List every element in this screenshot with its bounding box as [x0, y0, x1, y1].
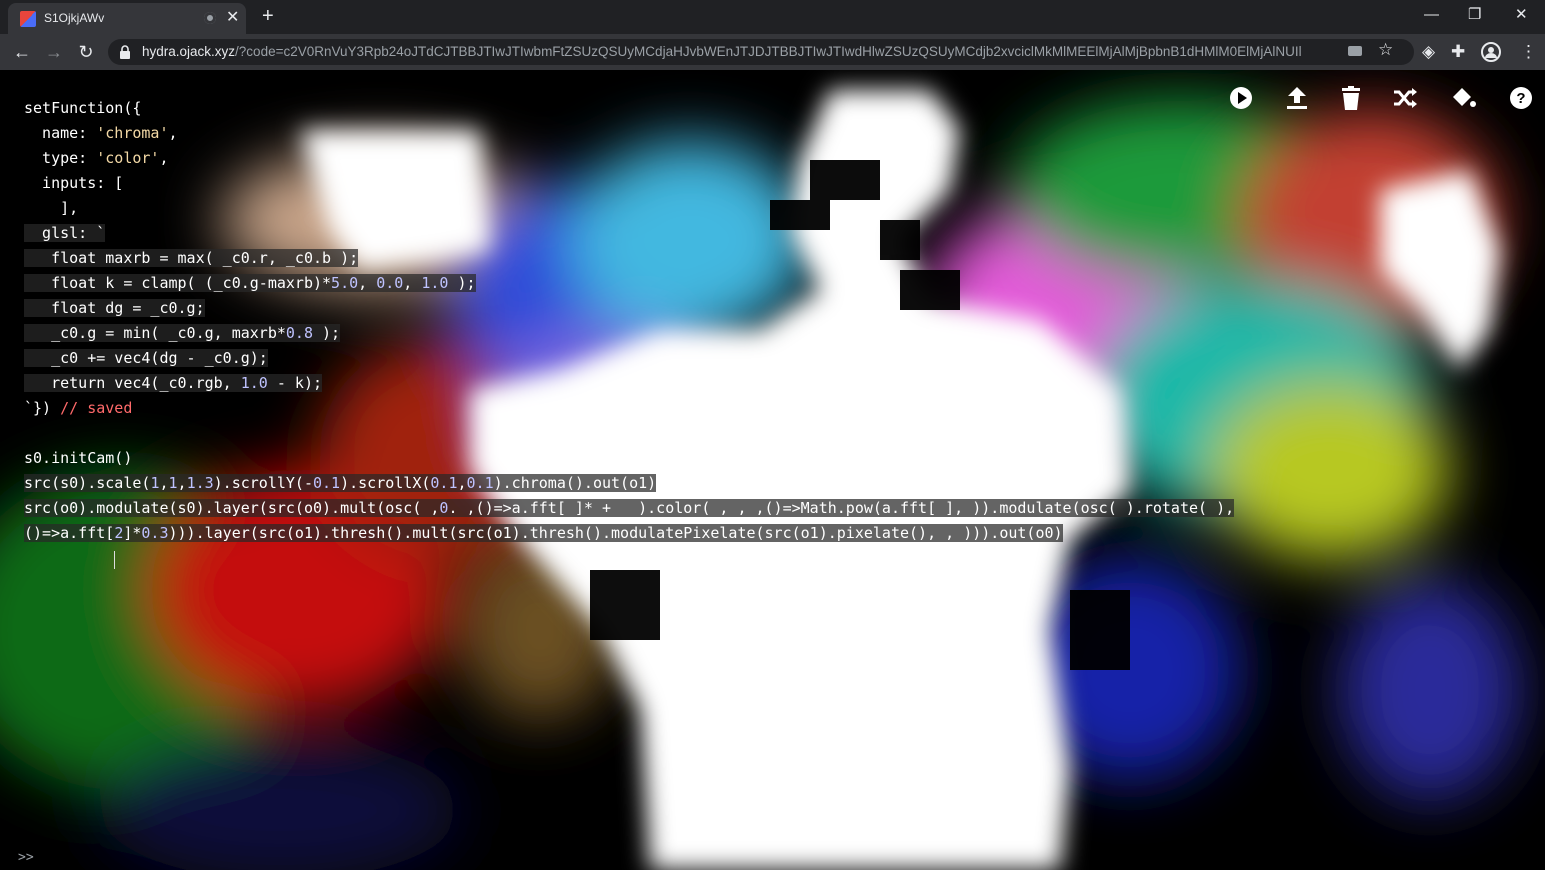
- code-line[interactable]: [24, 421, 1234, 446]
- code-line-text: _c0.g = min( _c0.g, maxrb*0.8 );: [24, 324, 341, 342]
- url-text[interactable]: hydra.ojack.xyz/?code=c2V0RnVuY3Rpb24oJT…: [142, 44, 1302, 59]
- code-line[interactable]: src(s0).scale(1,1,1.3).scrollY(-0.1).scr…: [24, 471, 1234, 496]
- camera-icon[interactable]: [1348, 46, 1362, 56]
- code-line[interactable]: `}) // saved: [24, 396, 1234, 421]
- code-line[interactable]: type: 'color',: [24, 146, 1234, 171]
- code-line[interactable]: name: 'chroma',: [24, 121, 1234, 146]
- browser-tab[interactable]: S1OjkjAWv ✕: [8, 3, 246, 34]
- tab-strip: S1OjkjAWv ✕ + — ❐ ✕: [0, 0, 1545, 34]
- code-line-text: return vec4(_c0.rgb, 1.0 - k);: [24, 374, 323, 392]
- code-line-text: inputs: [: [24, 174, 124, 192]
- back-arrow-icon[interactable]: ←: [10, 40, 34, 64]
- trash-icon[interactable]: [1338, 85, 1364, 111]
- text-cursor: [114, 551, 115, 569]
- code-line[interactable]: inputs: [: [24, 171, 1234, 196]
- code-line-text: `}) // saved: [24, 399, 133, 417]
- code-line-text: ],: [24, 199, 79, 217]
- code-line[interactable]: float dg = _c0.g;: [24, 296, 1234, 321]
- code-line[interactable]: glsl: `: [24, 221, 1234, 246]
- profile-icon[interactable]: [1481, 42, 1501, 62]
- tab-title: S1OjkjAWv: [44, 11, 105, 25]
- help-icon[interactable]: ?: [1508, 85, 1534, 111]
- code-line[interactable]: ],: [24, 196, 1234, 221]
- code-line-text: float maxrb = max( _c0.r, _c0.b );: [24, 249, 359, 267]
- code-line[interactable]: float k = clamp( (_c0.g-maxrb)*5.0, 0.0,…: [24, 271, 1234, 296]
- paint-bucket-icon[interactable]: [1450, 85, 1476, 111]
- code-line[interactable]: src(o0).modulate(s0).layer(src(o0).mult(…: [24, 496, 1235, 521]
- restore-button[interactable]: ❐: [1468, 4, 1481, 26]
- toolbar: ← → ↻ hydra.ojack.xyz/?code=c2V0RnVuY3Rp…: [0, 34, 1545, 70]
- forward-arrow-icon[interactable]: →: [42, 40, 66, 64]
- code-line-text: type: 'color',: [24, 149, 169, 167]
- code-line[interactable]: return vec4(_c0.rgb, 1.0 - k);: [24, 371, 1234, 396]
- code-line-text: ()=>a.fft[2]*0.3))).layer(src(o1).thresh…: [24, 524, 1063, 542]
- code-line[interactable]: s0.initCam(): [24, 446, 1234, 471]
- svg-text:?: ?: [1516, 90, 1525, 107]
- star-icon[interactable]: ☆: [1378, 40, 1393, 60]
- minimize-button[interactable]: —: [1424, 4, 1439, 26]
- window-close-button[interactable]: ✕: [1515, 4, 1528, 26]
- puzzle-icon[interactable]: ✚: [1451, 42, 1465, 62]
- code-line[interactable]: _c0.g = min( _c0.g, maxrb*0.8 );: [24, 321, 1234, 346]
- upload-icon[interactable]: [1284, 85, 1310, 111]
- extension-badge-icon[interactable]: ◈: [1422, 42, 1435, 62]
- code-line-text: src(o0).modulate(s0).layer(src(o0).mult(…: [24, 499, 1235, 517]
- code-line-text: float k = clamp( (_c0.g-maxrb)*5.0, 0.0,…: [24, 274, 476, 292]
- code-line-text: setFunction({: [24, 99, 142, 117]
- code-line-text: s0.initCam(): [24, 449, 133, 467]
- code-line[interactable]: ()=>a.fft[2]*0.3))).layer(src(o1).thresh…: [24, 521, 1234, 546]
- menu-dots-icon[interactable]: ⋮: [1520, 42, 1537, 62]
- code-line-text: glsl: `: [24, 224, 106, 242]
- code-line-text: src(s0).scale(1,1,1.3).scrollY(-0.1).scr…: [24, 474, 657, 492]
- reload-icon[interactable]: ↻: [74, 40, 98, 64]
- code-line-text: float dg = _c0.g;: [24, 299, 205, 317]
- code-editor[interactable]: setFunction({ name: 'chroma', type: 'col…: [24, 96, 1235, 546]
- code-line[interactable]: float maxrb = max( _c0.r, _c0.b );: [24, 246, 1234, 271]
- address-bar[interactable]: hydra.ojack.xyz/?code=c2V0RnVuY3Rpb24oJT…: [108, 39, 1414, 65]
- console-prompt[interactable]: >>: [18, 850, 34, 865]
- code-line[interactable]: setFunction({: [24, 96, 1234, 121]
- audio-playing-icon[interactable]: [204, 12, 216, 24]
- lock-icon: [120, 45, 130, 59]
- favicon-icon: [20, 11, 36, 27]
- new-tab-button[interactable]: +: [262, 4, 274, 28]
- code-line-text: name: 'chroma',: [24, 124, 178, 142]
- code-line[interactable]: _c0 += vec4(dg - _c0.g);: [24, 346, 1234, 371]
- tab-close-button[interactable]: ✕: [226, 8, 239, 28]
- code-line-text: _c0 += vec4(dg - _c0.g);: [24, 349, 268, 367]
- shuffle-icon[interactable]: [1392, 85, 1418, 111]
